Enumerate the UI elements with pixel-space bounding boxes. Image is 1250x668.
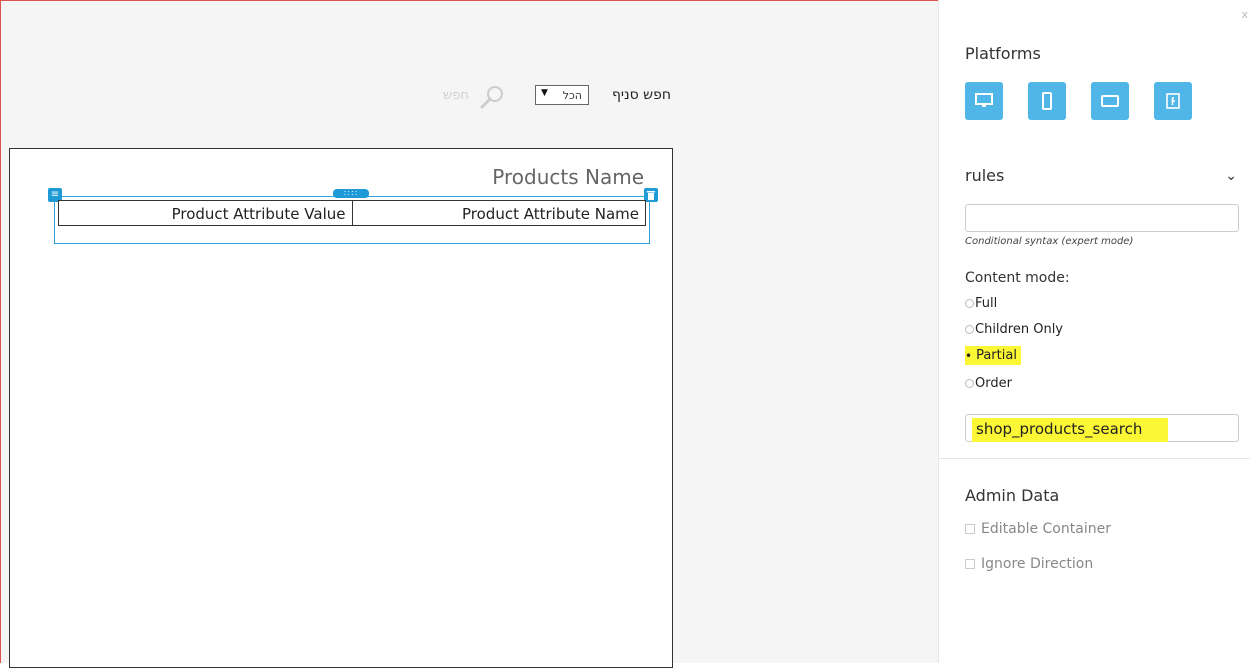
design-canvas[interactable]: Products Name ≡ :::: Product Attribute V… — [9, 148, 673, 668]
content-mode-order-radio[interactable]: Order — [965, 376, 1012, 391]
radio-label-children: Children Only — [975, 322, 1063, 337]
ignore-direction-checkbox[interactable]: Ignore Direction — [965, 556, 1093, 572]
platform-mobile-button[interactable] — [1028, 82, 1066, 120]
tablet-icon — [1101, 95, 1119, 107]
radio-checked-icon: • — [965, 348, 973, 363]
mobile-icon — [1042, 92, 1052, 110]
close-icon[interactable]: x — [1241, 8, 1248, 21]
search-input-placeholder[interactable]: חפש — [443, 88, 469, 103]
rules-label: rules — [965, 166, 1005, 185]
chevron-down-icon[interactable]: ⌄ — [1225, 168, 1237, 184]
properties-panel: x Platforms rules ⌄ Conditional syntax (… — [938, 0, 1250, 663]
branch-search-label: חפש סניף — [611, 87, 671, 103]
table-header-attribute-value: Product Attribute Value — [171, 205, 346, 223]
branch-select[interactable]: ▼ הכל — [535, 85, 589, 105]
platform-facebook-button[interactable] — [1154, 82, 1192, 120]
radio-label-order: Order — [975, 376, 1012, 391]
radio-icon — [965, 325, 974, 334]
admin-data-title: Admin Data — [965, 486, 1060, 505]
product-attributes-table: Product Attribute Value Product Attribut… — [58, 200, 646, 226]
radio-label-full: Full — [975, 296, 998, 311]
branch-select-value: הכל — [562, 89, 582, 102]
rules-toggle[interactable]: rules ⌄ — [965, 166, 1239, 185]
radio-label-partial: Partial — [976, 348, 1017, 363]
widget-drag-handle[interactable]: :::: — [333, 189, 369, 198]
platform-tablet-button[interactable] — [1091, 82, 1129, 120]
rules-help-text: Conditional syntax (expert mode) — [965, 236, 1134, 247]
partial-name-value: shop_products_search — [972, 418, 1169, 442]
rules-input[interactable] — [965, 204, 1239, 232]
panel-divider — [939, 458, 1250, 459]
partial-name-input[interactable]: shop_products_search — [965, 414, 1239, 442]
products-name-heading[interactable]: Products Name — [492, 165, 644, 189]
radio-icon — [965, 379, 974, 388]
checkbox-label-editable: Editable Container — [981, 521, 1111, 537]
platforms-title: Platforms — [965, 44, 1041, 63]
checkbox-icon — [965, 559, 975, 569]
desktop-icon — [975, 93, 993, 107]
radio-icon — [965, 299, 974, 308]
select-arrow-icon: ▼ — [541, 88, 548, 98]
content-mode-children-radio[interactable]: Children Only — [965, 322, 1063, 337]
search-icon[interactable] — [477, 83, 507, 113]
branch-search-row: חפש ▼ הכל חפש סניף — [441, 85, 681, 109]
editable-container-checkbox[interactable]: Editable Container — [965, 521, 1111, 537]
content-mode-partial-radio[interactable]: • Partial — [965, 346, 1021, 365]
selected-widget[interactable]: ≡ :::: Product Attribute Value Product A… — [48, 188, 658, 244]
checkbox-icon — [965, 524, 975, 534]
content-mode-label: Content mode: — [965, 270, 1070, 286]
widget-delete-icon[interactable] — [644, 188, 658, 202]
checkbox-label-ignore: Ignore Direction — [981, 556, 1094, 572]
content-mode-full-radio[interactable]: Full — [965, 296, 997, 311]
table-header-attribute-name: Product Attribute Name — [351, 201, 646, 225]
platform-desktop-button[interactable] — [965, 82, 1003, 120]
facebook-icon — [1166, 93, 1180, 109]
editor-area: חפש ▼ הכל חפש סניף Products Name ≡ :::: — [0, 0, 938, 668]
